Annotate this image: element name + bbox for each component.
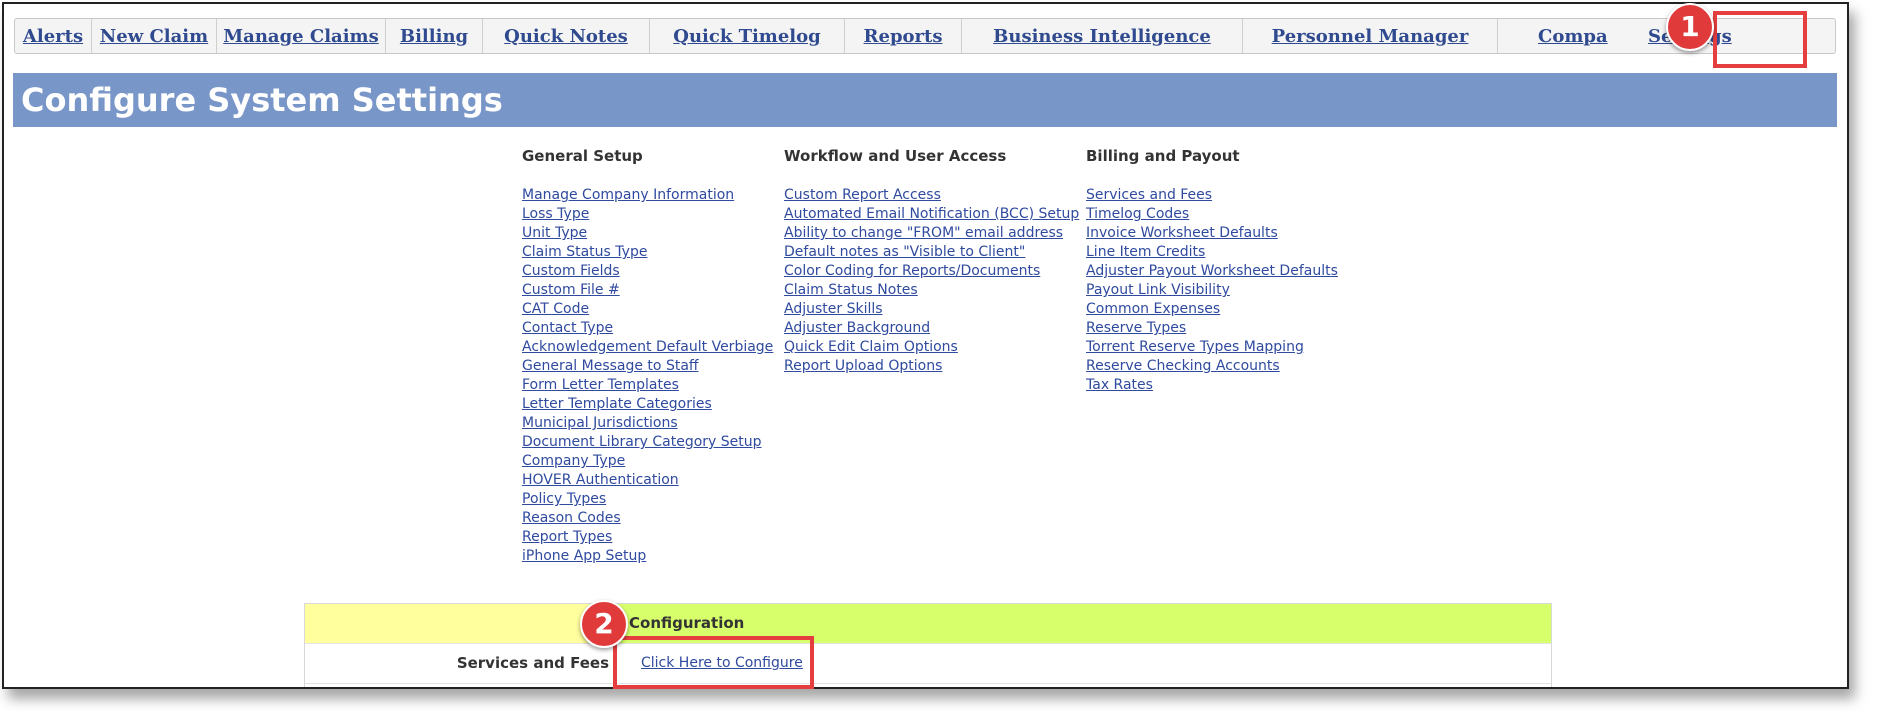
nav-personnel-manager[interactable]: Personnel Manager [1243,19,1498,53]
callout-badge-2: 2 [580,600,628,648]
page-title-bar: Configure System Settings [13,73,1837,127]
workflow-link[interactable]: Adjuster Skills [784,300,1079,319]
nav-reports[interactable]: Reports [845,19,962,53]
general-setup-link[interactable]: Unit Type [522,224,773,243]
nav-new-claim[interactable]: New Claim [92,19,217,53]
general-setup-link[interactable]: HOVER Authentication [522,471,773,490]
general-setup-link[interactable]: Claim Status Type [522,243,773,262]
workflow-link[interactable]: Automated Email Notification (BCC) Setup [784,205,1079,224]
workflow-heading: Workflow and User Access [784,147,1007,165]
billing-link[interactable]: Invoice Worksheet Defaults [1086,224,1338,243]
billing-link[interactable]: Reserve Types [1086,319,1338,338]
general-setup-link[interactable]: Municipal Jurisdictions [522,414,773,433]
page-title: Configure System Settings [21,81,503,119]
general-setup-link[interactable]: iPhone App Setup [522,547,773,566]
billing-link[interactable]: Reserve Checking Accounts [1086,357,1338,376]
config-row-label: Services and Fees [456,654,609,672]
workflow-link[interactable]: Adjuster Background [784,319,1079,338]
billing-link[interactable]: Tax Rates [1086,376,1338,395]
billing-link[interactable]: Torrent Reserve Types Mapping [1086,338,1338,357]
billing-heading: Billing and Payout [1086,147,1240,165]
general-setup-link[interactable]: Loss Type [522,205,773,224]
config-header-left-cell: Se [305,604,617,643]
nav-company[interactable]: Compa [1498,19,1648,53]
top-nav: Alerts New Claim Manage Claims Billing Q… [14,18,1836,54]
general-setup-link[interactable]: Letter Template Categories [522,395,773,414]
billing-link[interactable]: Line Item Credits [1086,243,1338,262]
billing-link[interactable]: Timelog Codes [1086,205,1338,224]
general-setup-link[interactable]: Contact Type [522,319,773,338]
general-setup-link[interactable]: Policy Types [522,490,773,509]
general-setup-column: General Setup Manage Company Information… [522,147,773,566]
config-row-services-fees: Services and Fees Click Here to Configur… [305,643,1551,684]
workflow-link[interactable]: Report Upload Options [784,357,1079,376]
workflow-link[interactable]: Quick Edit Claim Options [784,338,1079,357]
general-setup-link[interactable]: Custom Fields [522,262,773,281]
service-config-table: Se Configuration Services and Fees Click… [304,603,1552,687]
nav-quick-timelog[interactable]: Quick Timelog [650,19,845,53]
general-setup-link[interactable]: Custom File # [522,281,773,300]
general-setup-link[interactable]: CAT Code [522,300,773,319]
general-setup-heading: General Setup [522,147,643,165]
general-setup-link[interactable]: Company Type [522,452,773,471]
workflow-column: Workflow and User Access Custom Report A… [784,147,1079,376]
settings-highlight-box [1713,11,1807,68]
config-header-row: Se Configuration [305,604,1551,643]
workflow-link[interactable]: Custom Report Access [784,186,1079,205]
workflow-link[interactable]: Claim Status Notes [784,281,1079,300]
nav-alerts[interactable]: Alerts [15,19,92,53]
billing-link[interactable]: Common Expenses [1086,300,1338,319]
billing-link[interactable]: Services and Fees [1086,186,1338,205]
nav-manage-claims[interactable]: Manage Claims [217,19,386,53]
general-setup-link[interactable]: Document Library Category Setup [522,433,773,452]
billing-link[interactable]: Payout Link Visibility [1086,281,1338,300]
general-setup-link[interactable]: Acknowledgement Default Verbiage [522,338,773,357]
configure-link-highlight-box [613,636,814,689]
general-setup-link[interactable]: Report Types [522,528,773,547]
workflow-link[interactable]: Color Coding for Reports/Documents [784,262,1079,281]
general-setup-link[interactable]: Reason Codes [522,509,773,528]
billing-link[interactable]: Adjuster Payout Worksheet Defaults [1086,262,1338,281]
nav-business-intelligence[interactable]: Business Intelligence [962,19,1243,53]
nav-quick-notes[interactable]: Quick Notes [483,19,650,53]
callout-badge-1: 1 [1666,3,1714,51]
general-setup-link[interactable]: Form Letter Templates [522,376,773,395]
general-setup-link[interactable]: Manage Company Information [522,186,773,205]
workflow-link[interactable]: Ability to change "FROM" email address [784,224,1079,243]
app-frame: Alerts New Claim Manage Claims Billing Q… [2,2,1849,689]
general-setup-link[interactable]: General Message to Staff [522,357,773,376]
billing-column: Billing and Payout Services and Fees Tim… [1086,147,1338,395]
nav-billing[interactable]: Billing [386,19,483,53]
workflow-link[interactable]: Default notes as "Visible to Client" [784,243,1079,262]
